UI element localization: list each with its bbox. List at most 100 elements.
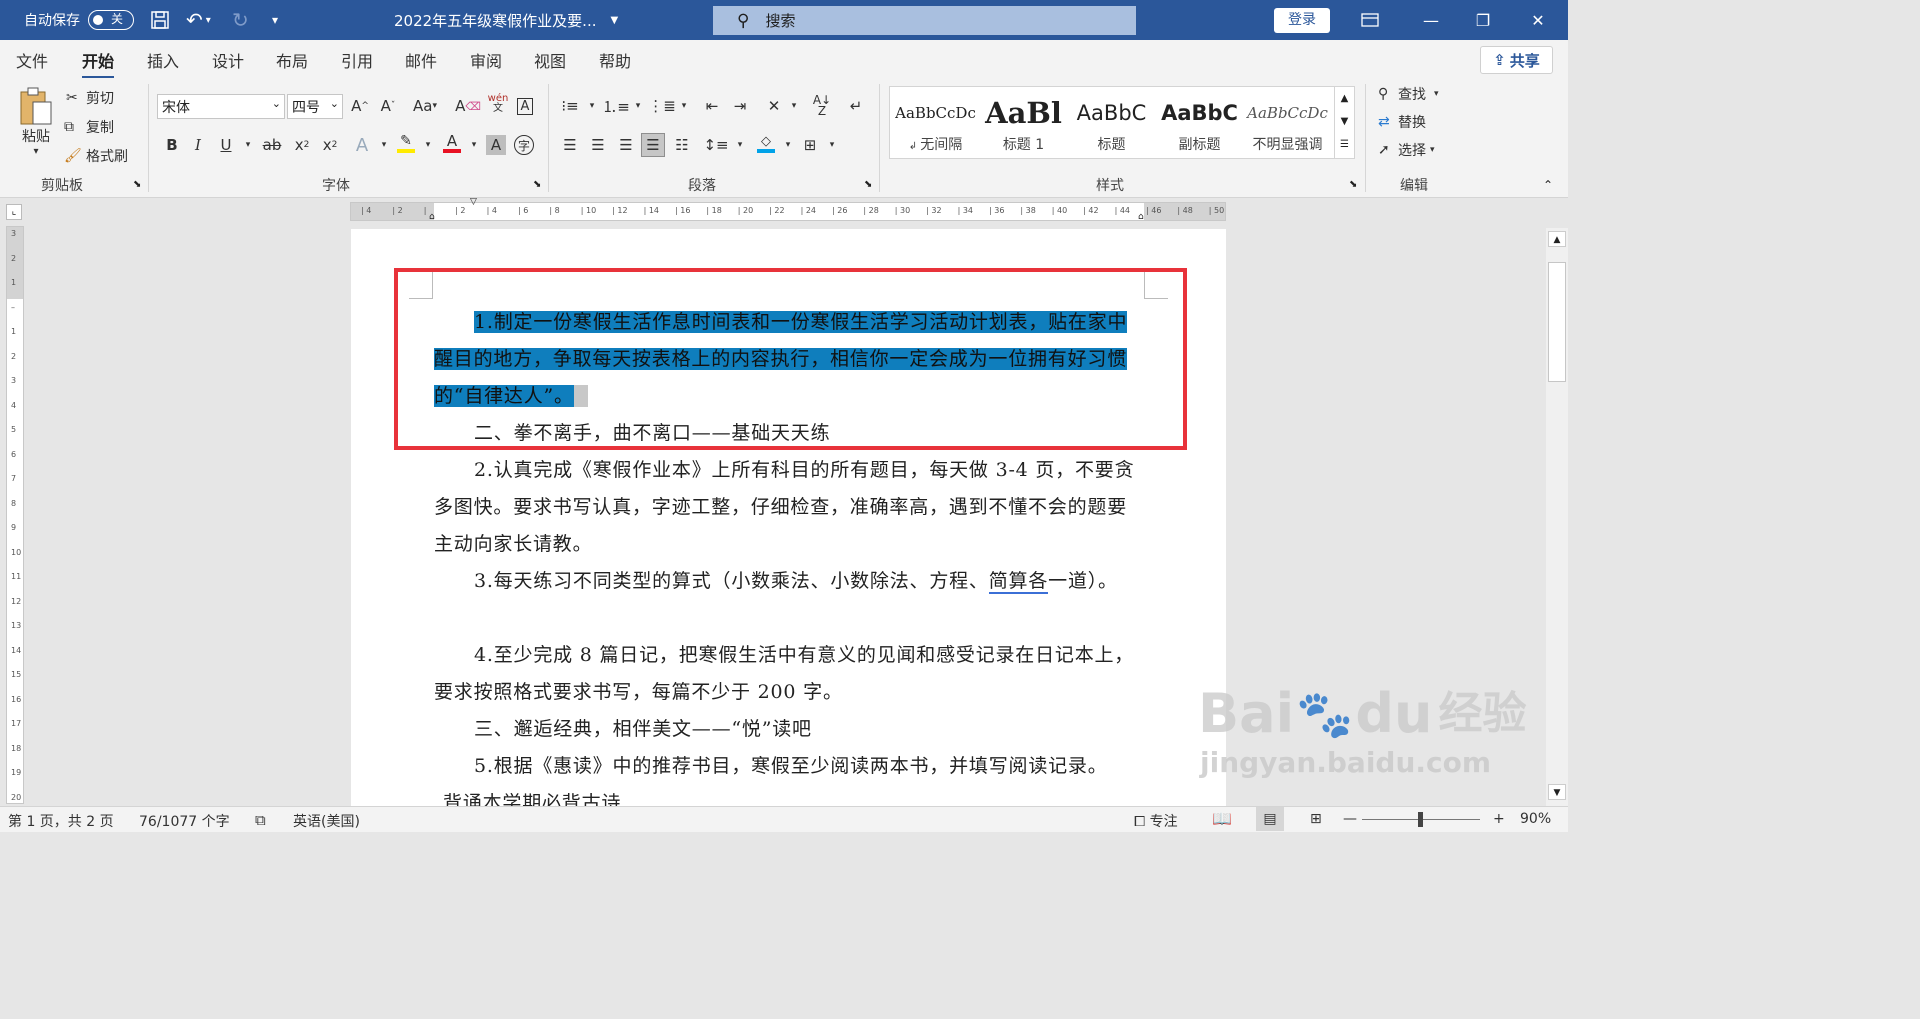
- dialog-launcher-icon[interactable]: ⬊: [133, 179, 141, 190]
- phonetic-guide-icon[interactable]: wén 文: [486, 92, 510, 116]
- tab-references[interactable]: 引用: [341, 48, 373, 72]
- print-layout-icon[interactable]: ▤: [1256, 807, 1284, 831]
- chevron-down-icon[interactable]: ▾: [820, 133, 844, 157]
- increase-indent-icon[interactable]: ⇥: [728, 94, 752, 118]
- undo-icon[interactable]: ↶ ▾: [186, 0, 211, 40]
- align-left-icon[interactable]: ☰: [558, 133, 582, 157]
- font-size-combo[interactable]: 四号 ⌄: [287, 94, 343, 119]
- paste-button[interactable]: 粘贴 ▾: [18, 86, 54, 157]
- zoom-in-icon[interactable]: +: [1493, 811, 1505, 827]
- show-marks-icon[interactable]: ↵: [844, 94, 868, 118]
- borders-icon[interactable]: ⊞: [798, 133, 822, 157]
- chevron-down-icon[interactable]: ▾: [728, 133, 752, 157]
- tab-design[interactable]: 设计: [212, 48, 244, 72]
- chevron-down-icon[interactable]: ▾: [672, 94, 696, 118]
- styles-scroll[interactable]: ▲ ▼ ☰: [1334, 87, 1354, 158]
- chevron-down-icon[interactable]: ▾: [776, 133, 800, 157]
- vertical-scrollbar[interactable]: ▲ ▼: [1546, 228, 1568, 806]
- format-painter-button[interactable]: 🖌 格式刷: [64, 146, 128, 166]
- sort-icon[interactable]: A↓ Z: [810, 94, 834, 118]
- cut-button[interactable]: ✂ 剪切: [66, 88, 114, 108]
- hanging-indent-marker[interactable]: ⌂: [429, 212, 435, 222]
- autosave[interactable]: 自动保存 关: [24, 0, 134, 40]
- chevron-down-icon[interactable]: ▾: [416, 133, 440, 157]
- chevron-down-icon[interactable]: ▾: [236, 133, 260, 157]
- dialog-launcher-icon[interactable]: ⬊: [864, 179, 872, 190]
- zoom-level[interactable]: 90%: [1520, 811, 1551, 827]
- change-case-icon[interactable]: Aa ▾: [408, 94, 442, 118]
- ribbon-display-icon[interactable]: [1345, 0, 1395, 40]
- web-layout-icon[interactable]: ⊞: [1310, 811, 1322, 827]
- customize-toolbar-icon[interactable]: ▾: [272, 0, 278, 40]
- scroll-down-icon[interactable]: ▼: [1548, 784, 1566, 800]
- highlight-color-icon[interactable]: ✎: [394, 131, 418, 155]
- first-line-indent-marker[interactable]: ▽: [470, 198, 477, 207]
- copy-button[interactable]: ⧉ 复制: [64, 117, 114, 137]
- subscript-icon[interactable]: x2: [290, 133, 314, 157]
- redo-icon[interactable]: ↻: [232, 0, 249, 40]
- superscript-icon[interactable]: x2: [318, 133, 342, 157]
- chevron-down-icon[interactable]: ▾: [782, 94, 806, 118]
- align-center-icon[interactable]: ☰: [586, 133, 610, 157]
- login-button[interactable]: 登录: [1274, 8, 1330, 33]
- character-shading-icon[interactable]: A: [486, 135, 506, 155]
- scroll-up-icon[interactable]: ▲: [1335, 87, 1354, 110]
- style-subtle-emphasis[interactable]: AaBbCcDc 不明显强调: [1244, 87, 1331, 158]
- right-indent-marker[interactable]: ⌂: [1138, 212, 1144, 222]
- chevron-down-icon[interactable]: ▾: [580, 94, 604, 118]
- zoom-slider-thumb[interactable]: [1418, 812, 1423, 827]
- paragraph-3[interactable]: 3.每天练习不同类型的算式（小数乘法、小数除法、方程、简算各一道）。: [434, 563, 1144, 600]
- style-title[interactable]: AaBbC 标题: [1068, 87, 1155, 158]
- scroll-up-icon[interactable]: ▲: [1548, 231, 1566, 247]
- font-color-icon[interactable]: A: [440, 131, 464, 155]
- style-heading-1[interactable]: AaBl 标题 1: [980, 87, 1067, 158]
- style-no-spacing[interactable]: AaBbCcDc ↲ 无间隔: [892, 87, 979, 158]
- italic-icon[interactable]: I: [186, 133, 210, 157]
- horizontal-ruler[interactable]: | 4 | 2 | | 2 | 4 | 6 | 8 | 10 | 12 | 14 | 16 | 18…: [350, 198, 1226, 222]
- text-effects-icon[interactable]: A: [350, 133, 374, 157]
- strikethrough-icon[interactable]: ab: [260, 133, 284, 157]
- style-subtitle[interactable]: AaBbC 副标题: [1156, 87, 1243, 158]
- grammar-underline[interactable]: 简算各: [988, 570, 1049, 594]
- scroll-down-icon[interactable]: ▼: [1335, 110, 1354, 133]
- tab-view[interactable]: 视图: [534, 48, 566, 72]
- dialog-launcher-icon[interactable]: ⬊: [533, 179, 541, 190]
- zoom-slider[interactable]: [1362, 812, 1480, 827]
- grow-font-icon[interactable]: A ^: [348, 94, 372, 118]
- decrease-indent-icon[interactable]: ⇤: [700, 94, 724, 118]
- paragraph-6[interactable]: 背诵本学期必背古诗: [443, 785, 1153, 806]
- distributed-icon[interactable]: ☷: [670, 133, 694, 157]
- tab-selector-icon[interactable]: ⌞: [6, 204, 22, 220]
- tab-layout[interactable]: 布局: [276, 48, 308, 72]
- numbering-icon[interactable]: ⒈≡: [602, 94, 630, 118]
- character-border-icon[interactable]: A: [513, 94, 537, 118]
- collapse-ribbon-icon[interactable]: ⌃: [1543, 178, 1553, 192]
- tab-help[interactable]: 帮助: [599, 48, 631, 72]
- find-button[interactable]: ⚲ 查找 ▾: [1378, 84, 1439, 104]
- scrollbar-thumb[interactable]: [1548, 262, 1566, 382]
- page-count[interactable]: 第 1 页，共 2 页: [8, 811, 114, 831]
- search-box[interactable]: ⚲ 搜索: [713, 6, 1136, 35]
- proofing-icon[interactable]: ⧉: [255, 811, 266, 829]
- tab-mailings[interactable]: 邮件: [405, 48, 437, 72]
- clear-formatting-icon[interactable]: A ⌫: [455, 94, 481, 118]
- read-mode-icon[interactable]: 📖: [1212, 809, 1232, 828]
- paragraph-2[interactable]: 2.认真完成《寒假作业本》上所有科目的所有题目，每天做 3-4 页，不要贪多图快…: [434, 452, 1144, 563]
- word-count[interactable]: 76/1077 个字: [139, 811, 230, 831]
- paragraph-4[interactable]: 4.至少完成 8 篇日记，把寒假生活中有意义的见闻和感受记录在日记本上，要求按照…: [434, 637, 1144, 711]
- tab-home[interactable]: 开始: [82, 48, 115, 79]
- replace-button[interactable]: ⇄ 替换: [1378, 112, 1426, 132]
- tab-file[interactable]: 文件: [16, 48, 48, 72]
- language[interactable]: 英语(美国): [293, 811, 360, 831]
- dialog-launcher-icon[interactable]: ⬊: [1349, 179, 1357, 190]
- shrink-font-icon[interactable]: Aˇ: [376, 94, 400, 118]
- align-right-icon[interactable]: ☰: [614, 133, 638, 157]
- select-button[interactable]: ➚ 选择 ▾: [1378, 140, 1435, 160]
- more-styles-icon[interactable]: ☰: [1335, 133, 1354, 156]
- focus-mode[interactable]: ⧠ 专注: [1134, 811, 1178, 831]
- restore-icon[interactable]: ❐: [1458, 0, 1508, 40]
- vertical-ruler[interactable]: 321–123456789101112131415161718192021: [6, 226, 24, 804]
- tab-insert[interactable]: 插入: [147, 48, 179, 72]
- save-icon[interactable]: [150, 0, 170, 40]
- heading-3[interactable]: 三、邂逅经典，相伴美文——“悦”读吧: [434, 711, 1144, 748]
